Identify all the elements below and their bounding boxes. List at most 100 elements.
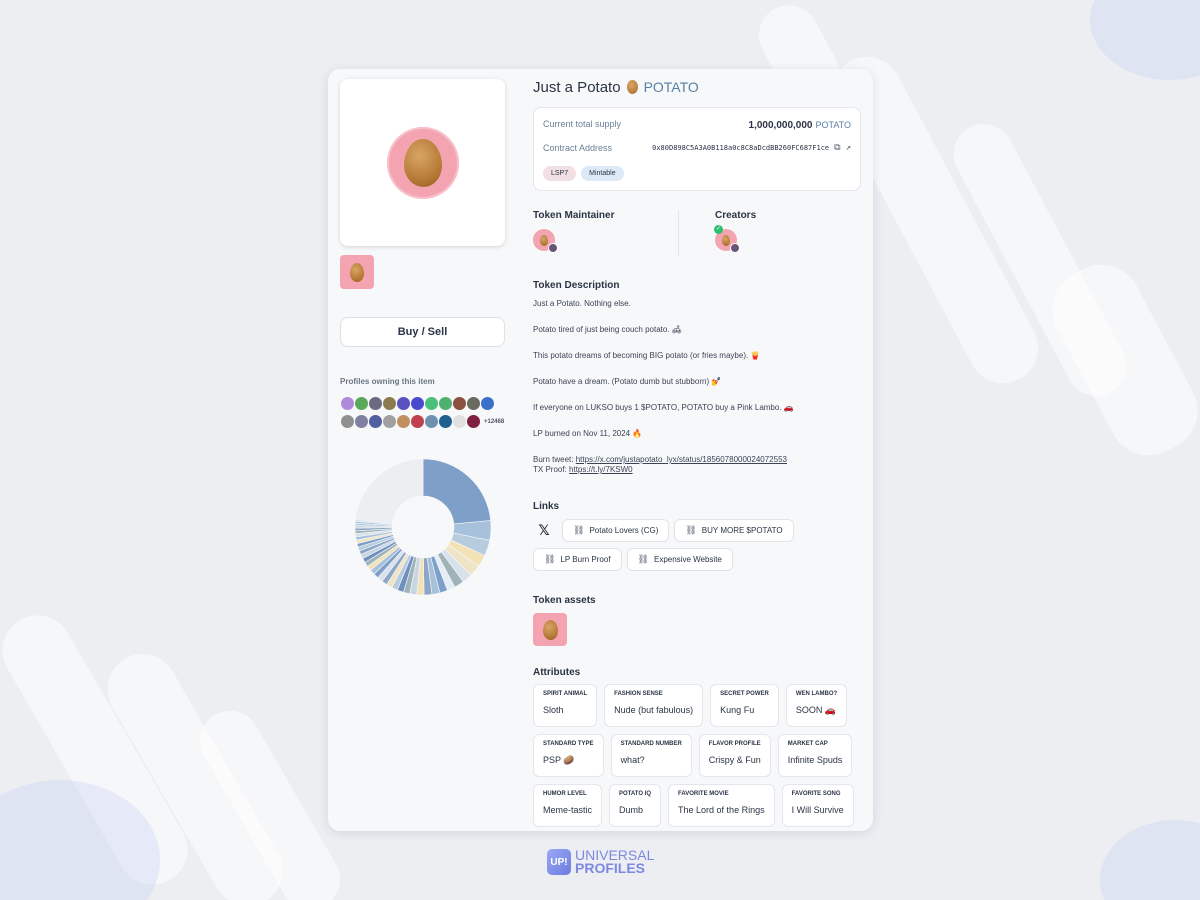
potato-icon [722,234,730,246]
owner-avatars[interactable]: +12468 [340,396,505,429]
link-buy-more[interactable]: ⛓ BUY MORE $POTATO [674,519,794,542]
attribute-key: SECRET POWER [720,691,769,697]
token-asset-thumbnail[interactable] [533,613,567,646]
attributes-grid: SPIRIT ANIMAL Sloth FASHION SENSE Nude (but… [533,684,861,827]
owners-more-count[interactable]: +12468 [484,419,504,425]
owner-avatar[interactable] [368,414,383,429]
attribute-value: what? [620,755,645,765]
attribute-key: FAVORITE MOVIE [678,791,729,797]
owner-avatar[interactable] [424,414,439,429]
attribute-value: Nude (but fabulous) [614,705,694,715]
owner-avatar[interactable] [466,414,481,429]
attribute-key: FASHION SENSE [614,691,663,697]
supply-symbol: POTATO [815,120,851,130]
attribute-card: FAVORITE SONG I Will Survive [781,784,854,827]
owner-avatar[interactable] [438,396,453,411]
link-icon: ⛓ [544,554,556,564]
assets-title: Token assets [533,595,596,606]
attribute-key: FLAVOR PROFILE [708,741,761,747]
potato-icon [350,262,364,282]
title-row: Just a Potato POTATO [533,77,861,97]
attribute-value: Kung Fu [720,705,755,715]
token-info-box: Current total supply 1,000,000,000 POTATO… [533,107,861,191]
owner-avatar[interactable] [438,414,453,429]
x-logo-icon[interactable]: 𝕏 [533,519,555,542]
owner-avatar[interactable] [396,414,411,429]
owner-avatar[interactable] [396,396,411,411]
attribute-row: STANDARD TYPE PSP 🥔 STANDARD NUMBER what? FL… [533,734,861,777]
token-image[interactable] [340,79,505,246]
link-lp-burn-proof[interactable]: ⛓ LP Burn Proof [533,548,622,571]
owner-avatar[interactable] [452,396,467,411]
maintainer-section: Token Maintainer [533,210,678,256]
contract-address[interactable]: 0x80D898C5A3A0B118a0c8C8aDcdBB260FC687F1… [652,144,829,152]
attribute-card: MARKET CAP Infinite Spuds [777,734,853,777]
links-title: Links [533,501,560,512]
potato-avatar [386,126,459,199]
attribute-key: MARKET CAP [787,741,828,747]
creators-section: Creators ✓ [678,210,861,256]
burn-tweet-link[interactable]: https://x.com/justapotato_lyx/status/185… [576,455,787,464]
attribute-value: Dumb [619,805,644,815]
token-description: Just a Potato. Nothing else. Potato tire… [533,299,861,475]
owner-avatar[interactable] [340,414,355,429]
description-paragraph: Just a Potato. Nothing else. [533,299,631,308]
link-icon: ⛓ [637,554,649,564]
owner-avatar[interactable] [382,396,397,411]
badge-mintable: Mintable [581,166,624,181]
owner-avatar[interactable] [382,414,397,429]
owner-avatar[interactable] [410,396,425,411]
owner-avatar[interactable] [424,396,439,411]
attributes-title: Attributes [533,667,581,678]
attribute-row: SPIRIT ANIMAL Sloth FASHION SENSE Nude (but… [533,684,861,727]
badge-lsp7: LSP7 [543,166,577,181]
logo-line-2: PROFILES [575,860,646,876]
links-list: 𝕏 ⛓ Potato Lovers (CG) ⛓ BUY MORE $POTATO … [533,519,833,571]
attribute-card: STANDARD NUMBER what? [610,734,692,777]
external-link-icon[interactable]: ↗ [846,143,851,153]
attribute-card: HUMOR LEVEL Meme-tastic [533,784,603,827]
token-symbol: POTATO [643,79,699,95]
owner-avatar[interactable] [480,396,495,411]
owner-avatar[interactable] [466,396,481,411]
attribute-card: POTATO IQ Dumb [609,784,662,827]
maintainer-avatar[interactable] [533,229,558,253]
creators-label: Creators [715,210,757,221]
buy-sell-button[interactable]: Buy / Sell [340,317,505,347]
owner-avatar[interactable] [452,414,467,429]
profile-sub-avatar [730,243,740,253]
owner-avatar[interactable] [368,396,383,411]
attribute-key: SPIRIT ANIMAL [543,691,588,697]
people-section: Token Maintainer Creators ✓ [533,210,861,256]
link-potato-lovers[interactable]: ⛓ Potato Lovers (CG) [562,519,670,542]
link-expensive-website[interactable]: ⛓ Expensive Website [626,548,733,571]
attribute-key: STANDARD TYPE [543,741,594,747]
link-icon: ⛓ [573,525,585,535]
owner-avatar[interactable] [410,414,425,429]
holder-segment [355,458,424,524]
creator-avatar[interactable]: ✓ [714,225,740,253]
token-badges: LSP7 Mintable [543,166,851,181]
contract-row: Contract Address 0x80D898C5A3A0B118a0c8C… [543,142,851,154]
token-card: Buy / Sell Profiles owning this item +12… [328,69,873,831]
attribute-row: HUMOR LEVEL Meme-tastic POTATO IQ Dumb FAVOR… [533,784,861,827]
tx-proof-link[interactable]: https://t.ly/7KSW0 [569,465,633,474]
attribute-value: Sloth [543,705,564,715]
attribute-value: SOON 🚗 [795,705,837,715]
image-thumbnail[interactable] [340,255,374,289]
attribute-card: FASHION SENSE Nude (but fabulous) [604,684,704,727]
description-title: Token Description [533,280,620,291]
description-paragraph: LP burned on Nov 11, 2024 🔥 [533,429,643,438]
owner-avatar[interactable] [354,396,369,411]
owner-avatar[interactable] [354,414,369,429]
potato-icon [540,234,548,246]
potato-icon [403,138,442,187]
description-paragraph: This potato dreams of becoming BIG potat… [533,351,761,360]
description-paragraph: Potato have a dream. (Potato dumb but st… [533,377,722,386]
verified-check-icon: ✓ [714,225,723,234]
owner-avatar[interactable] [340,396,355,411]
attribute-key: WEN LAMBO? [795,691,838,697]
copy-icon[interactable]: ⧉ [834,143,840,153]
description-paragraph: Potato tired of just being couch potato.… [533,325,682,334]
attribute-value: PSP 🥔 [543,755,575,765]
